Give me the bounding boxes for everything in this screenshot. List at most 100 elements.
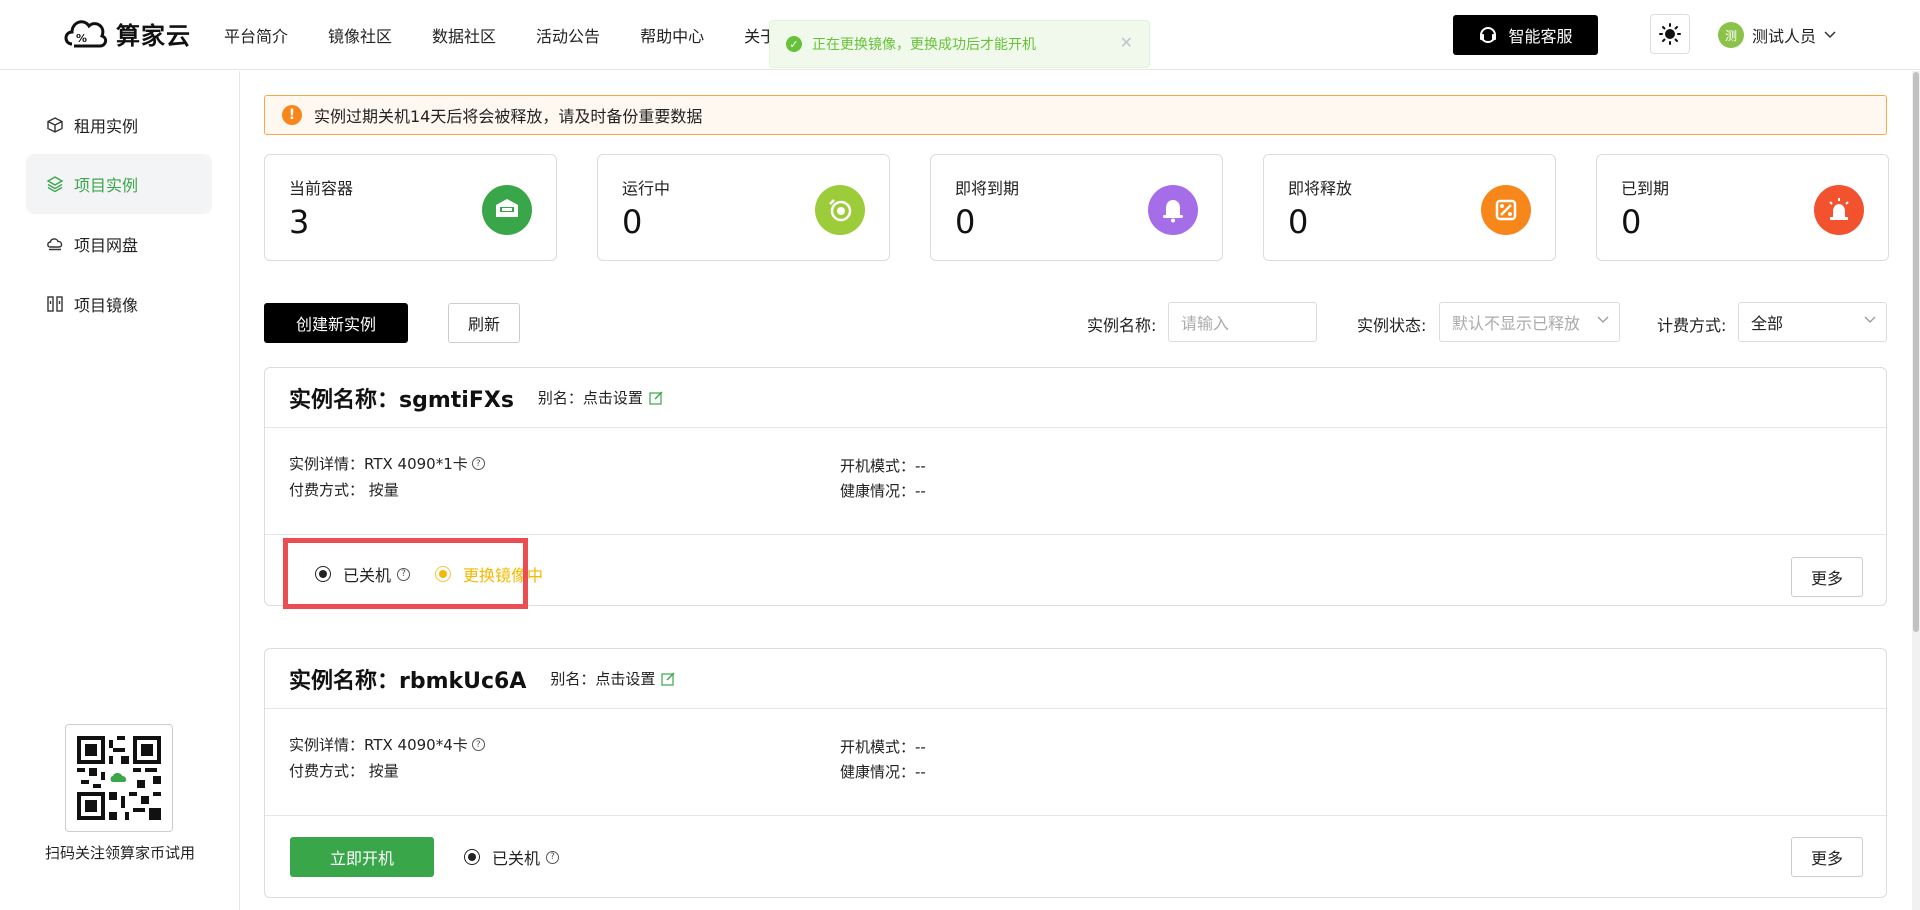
logo-text: 算家云: [116, 21, 191, 50]
qr-caption: 扫码关注领算家币试用: [44, 844, 195, 862]
start-now-button[interactable]: 立即开机: [290, 837, 434, 877]
mirror-icon: [47, 296, 63, 312]
stat-card-running: 运行中 0: [597, 154, 890, 261]
stat-value: 0: [955, 203, 976, 241]
container-icon: [482, 185, 532, 235]
notice-text: 实例过期关机14天后将会被释放，请及时备份重要数据: [314, 107, 703, 126]
stat-card-expired: 已到期 0: [1596, 154, 1889, 261]
nav-announcements[interactable]: 活动公告: [536, 23, 600, 47]
instance-name-label: 实例名称:: [1087, 316, 1157, 335]
instance-name-placeholder: 请输入: [1181, 314, 1230, 333]
more-button[interactable]: 更多: [1791, 557, 1863, 597]
billing-select[interactable]: 全部: [1738, 302, 1887, 342]
sun-icon: [1659, 23, 1681, 45]
alias-setting[interactable]: 别名：点击设置: [550, 668, 675, 689]
instance-title: 实例名称：rbmkUc6A: [289, 668, 527, 694]
running-clock-icon: [815, 185, 865, 235]
payment-method: 付费方式： 按量: [289, 481, 399, 499]
cube-icon: [47, 117, 63, 133]
instance-card: 实例名称：rbmkUc6A 别名：点击设置 实例详情：RTX 4090*4卡 ?…: [264, 648, 1887, 898]
smart-service-button[interactable]: 智能客服: [1453, 15, 1598, 55]
check-circle-icon: ✓: [786, 36, 802, 52]
instance-detail: 实例详情：RTX 4090*1卡 ?: [289, 453, 485, 474]
sidebar-item-label: 项目网盘: [74, 236, 139, 255]
card-footer: 立即开机 已关机 ? 更多: [265, 817, 1886, 887]
stat-label: 即将释放: [1288, 179, 1353, 198]
sidebar-item-project-image[interactable]: 项目镜像: [26, 274, 212, 334]
stat-label: 即将到期: [955, 179, 1020, 198]
health-status: 健康情况：--: [840, 482, 926, 500]
nav-platform-intro[interactable]: 平台简介: [224, 23, 288, 47]
theme-toggle-button[interactable]: [1650, 14, 1690, 54]
instance-status-select[interactable]: 默认不显示已释放: [1439, 302, 1620, 342]
instance-detail-text: 实例详情：RTX 4090*4卡: [289, 736, 468, 754]
svg-text:%: %: [76, 32, 87, 45]
sidebar-item-project-instance[interactable]: 项目实例: [26, 154, 212, 214]
sidebar-item-label: 项目镜像: [74, 296, 139, 315]
health-status: 健康情况：--: [840, 763, 926, 781]
headset-icon: [1480, 27, 1497, 43]
alias-label: 别名：点击设置: [550, 670, 656, 688]
stat-card-expiring: 即将到期 0: [930, 154, 1223, 261]
expiry-notice: ! 实例过期关机14天后将会被释放，请及时备份重要数据: [264, 95, 1887, 135]
logo[interactable]: % 算家云: [62, 14, 191, 52]
layers-icon: [46, 176, 64, 193]
status-stopped: 已关机 ?: [464, 845, 560, 869]
sidebar-item-project-drive[interactable]: 项目网盘: [26, 214, 212, 274]
scrollbar-thumb[interactable]: [1913, 72, 1919, 632]
help-icon[interactable]: ?: [471, 738, 485, 751]
main-nav: 平台简介 镜像社区 数据社区 活动公告 帮助中心 关于: [224, 0, 816, 70]
more-button[interactable]: 更多: [1791, 837, 1863, 877]
nav-data-community[interactable]: 数据社区: [432, 23, 496, 47]
instance-status-placeholder: 默认不显示已释放: [1452, 314, 1581, 333]
sidebar-item-rent-instance[interactable]: 租用实例: [26, 95, 212, 155]
alias-setting[interactable]: 别名：点击设置: [538, 387, 663, 408]
qr-code-image: [77, 736, 161, 820]
close-icon[interactable]: ✕: [1120, 33, 1133, 52]
payment-method: 付费方式： 按量: [289, 762, 399, 780]
nav-help-center[interactable]: 帮助中心: [640, 23, 704, 47]
billing-value: 全部: [1751, 314, 1784, 333]
edit-icon[interactable]: [661, 672, 675, 686]
billing-label: 计费方式:: [1657, 316, 1727, 335]
logo-cloud-icon: %: [64, 20, 108, 48]
instance-detail: 实例详情：RTX 4090*4卡 ?: [289, 734, 485, 755]
release-icon: [1481, 185, 1531, 235]
user-name: 测试人员: [1752, 27, 1817, 46]
edit-icon[interactable]: [649, 391, 663, 405]
chevron-down-icon: [1864, 316, 1876, 323]
boot-mode: 开机模式：--: [840, 457, 926, 475]
instance-detail-text: 实例详情：RTX 4090*1卡: [289, 455, 468, 473]
toast-message: 正在更换镜像，更换成功后才能开机: [812, 37, 1036, 53]
card-header: 实例名称：rbmkUc6A 别名：点击设置: [265, 649, 1886, 709]
stat-card-current-containers: 当前容器 3: [264, 154, 557, 261]
help-icon[interactable]: ?: [471, 457, 485, 470]
nav-image-community[interactable]: 镜像社区: [328, 23, 392, 47]
status-dot-icon: [464, 849, 480, 865]
stat-value: 0: [622, 203, 643, 241]
stat-label: 当前容器: [289, 179, 354, 198]
warning-icon: !: [282, 105, 302, 125]
refresh-button[interactable]: 刷新: [448, 303, 520, 343]
main-content: ! 实例过期关机14天后将会被释放，请及时备份重要数据 当前容器 3 运行中 0…: [241, 71, 1920, 910]
sidebar-item-label: 租用实例: [74, 117, 139, 136]
sidebar-item-label: 项目实例: [74, 176, 139, 195]
bell-icon: [1148, 185, 1198, 235]
alias-label: 别名：点击设置: [537, 389, 643, 407]
qr-code: [65, 724, 173, 832]
user-menu[interactable]: 测 测试人员: [1718, 22, 1836, 48]
status-highlight-box: [283, 538, 528, 609]
stat-label: 运行中: [622, 179, 671, 198]
card-details: 实例详情：RTX 4090*4卡 ? 付费方式： 按量 开机模式：-- 健康情况…: [265, 710, 1886, 816]
create-instance-button[interactable]: 创建新实例: [264, 303, 408, 343]
stat-value: 0: [1621, 203, 1642, 241]
instance-name-input[interactable]: 请输入: [1168, 302, 1317, 342]
chevron-down-icon: [1597, 316, 1609, 323]
card-details: 实例详情：RTX 4090*1卡 ? 付费方式： 按量 开机模式：-- 健康情况…: [265, 429, 1886, 535]
boot-mode: 开机模式：--: [840, 738, 926, 756]
help-icon[interactable]: ?: [546, 850, 560, 864]
success-toast: ✓ 正在更换镜像，更换成功后才能开机 ✕: [769, 20, 1150, 68]
avatar: 测: [1718, 22, 1744, 48]
stat-value: 0: [1288, 203, 1309, 241]
alarm-icon: [1814, 185, 1864, 235]
